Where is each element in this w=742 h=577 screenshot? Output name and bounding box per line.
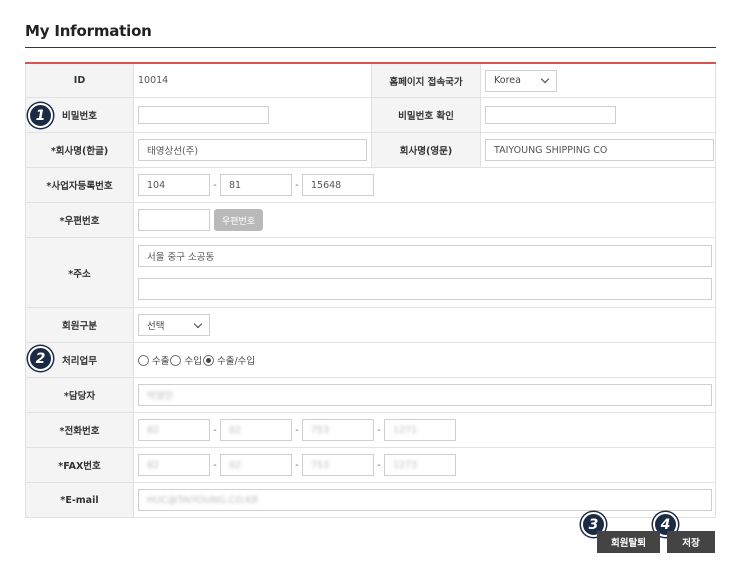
dash-separator: -: [213, 459, 217, 471]
phone-label: *전화번호: [25, 413, 134, 447]
phone-part3-value: 753: [311, 424, 330, 436]
company-kr-label: *회사명(한글): [25, 133, 134, 167]
phone-part4-value: 1271: [393, 424, 418, 436]
password-input[interactable]: [138, 106, 269, 124]
phone-part2-value: 02: [229, 424, 242, 436]
radio-export-circle[interactable]: [138, 354, 149, 366]
save-button[interactable]: 저장: [667, 531, 715, 553]
page-title: My Information: [25, 22, 152, 40]
password-confirm-input[interactable]: [485, 106, 616, 124]
withdraw-button[interactable]: 회원탈퇴: [597, 531, 660, 553]
email-input[interactable]: HUC@TAIYOUNG.CO.KR: [138, 489, 712, 511]
business-no-part2[interactable]: 81: [220, 174, 292, 196]
manager-value: 박영민: [147, 391, 174, 402]
address-line2-input[interactable]: [138, 278, 712, 300]
radio-import-label: 수입: [184, 356, 202, 367]
fax-part1-value: 82: [147, 459, 160, 471]
dash-separator: -: [295, 424, 299, 436]
dash-separator: -: [295, 459, 299, 471]
step-badge-1: 1: [28, 103, 53, 128]
chevron-down-icon: [540, 74, 550, 84]
dash-separator: -: [213, 424, 217, 436]
postal-label: *우편번호: [25, 203, 134, 237]
manager-input[interactable]: 박영민: [138, 384, 712, 406]
member-type-label: 회원구분: [25, 308, 134, 342]
fax-part3-value: 753: [311, 459, 330, 471]
address-line1-input[interactable]: 서울 중구 소공동: [138, 245, 712, 267]
dash-separator: -: [377, 459, 381, 471]
radio-export-import[interactable]: 수출/수입: [202, 353, 256, 367]
company-kr-input[interactable]: 태영상선(주): [138, 139, 367, 161]
radio-export-import-label: 수출/수입: [216, 356, 256, 367]
radio-export-label: 수출: [152, 356, 170, 367]
fax-part4[interactable]: 1273: [384, 454, 456, 476]
id-label: ID: [25, 64, 134, 97]
fax-part3[interactable]: 753: [302, 454, 374, 476]
fax-part2[interactable]: 02: [220, 454, 292, 476]
phone-part1[interactable]: 82: [138, 419, 210, 441]
phone-part1-value: 82: [147, 424, 160, 436]
postal-input[interactable]: [138, 209, 210, 231]
phone-part3[interactable]: 753: [302, 419, 374, 441]
chevron-down-icon: [193, 319, 203, 328]
radio-export[interactable]: 수출: [138, 353, 169, 367]
dash-separator: -: [377, 424, 381, 436]
company-en-label: 회사명(영문): [372, 133, 481, 167]
address-label: *주소: [25, 238, 134, 307]
radio-export-import-circle[interactable]: [202, 354, 214, 366]
radio-import-circle[interactable]: [170, 354, 182, 366]
manager-label: *담당자: [25, 378, 134, 412]
email-value: HUC@TAIYOUNG.CO.KR: [147, 494, 259, 506]
id-value: 10014: [134, 64, 372, 97]
fax-part4-value: 1273: [393, 459, 418, 471]
fax-label: *FAX번호: [25, 448, 134, 482]
fax-part1[interactable]: 82: [138, 454, 210, 476]
business-no-part3[interactable]: 15648: [302, 174, 374, 196]
password-confirm-label: 비밀번호 확인: [372, 98, 481, 132]
member-type-select[interactable]: 선택: [138, 314, 210, 336]
country-selected: Korea: [494, 75, 521, 86]
phone-part4[interactable]: 1271: [384, 419, 456, 441]
company-en-input[interactable]: TAIYOUNG SHIPPING CO: [485, 139, 714, 161]
business-no-part1[interactable]: 104: [138, 174, 210, 196]
phone-part2[interactable]: 02: [220, 419, 292, 441]
postal-search-button[interactable]: 우편번호: [214, 209, 264, 231]
title-divider: [25, 47, 716, 48]
country-label: 홈페이지 접속국가: [372, 64, 481, 97]
member-type-selected: 선택: [147, 321, 165, 332]
member-info-form: ID 10014 홈페이지 접속국가 Korea 비밀번호 비밀번호 확인 *회…: [25, 62, 716, 518]
business-no-label: *사업자등록번호: [25, 168, 134, 202]
email-label: *E-mail: [25, 483, 134, 517]
fax-part2-value: 02: [229, 459, 242, 471]
dash-separator: -: [295, 179, 299, 191]
dash-separator: -: [213, 179, 217, 191]
step-badge-2: 2: [28, 346, 53, 371]
country-select[interactable]: Korea: [485, 69, 557, 92]
radio-import[interactable]: 수입: [170, 353, 202, 367]
